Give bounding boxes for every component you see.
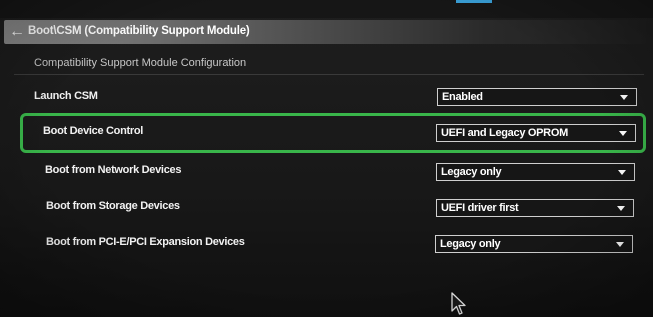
- network-devices-dropdown[interactable]: Legacy only: [436, 163, 635, 181]
- caret-down-icon: [616, 242, 624, 247]
- setting-label-launch-csm: Launch CSM: [34, 90, 98, 102]
- active-tab-indicator: [456, 0, 492, 3]
- mouse-pointer-icon: [451, 292, 466, 315]
- breadcrumb-text: Boot\CSM (Compatibility Support Module): [28, 25, 250, 37]
- top-bar: [0, 0, 653, 18]
- section-header: Compatibility Support Module Configurati…: [34, 57, 247, 69]
- setting-label-boot-device-control: Boot Device Control: [43, 125, 144, 137]
- arrow-left-icon[interactable]: ←: [9, 23, 25, 40]
- boot-device-control-dropdown[interactable]: UEFI and Legacy OPROM: [436, 124, 636, 142]
- storage-devices-dropdown[interactable]: UEFI driver first: [436, 199, 634, 217]
- caret-down-icon: [620, 95, 628, 100]
- dropdown-value: Enabled: [442, 91, 483, 103]
- divider: [14, 74, 644, 75]
- caret-down-icon: [618, 170, 626, 175]
- setting-label-network-devices: Boot from Network Devices: [45, 164, 182, 176]
- dropdown-value: Legacy only: [441, 166, 502, 178]
- pcie-devices-dropdown[interactable]: Legacy only: [435, 235, 633, 253]
- dropdown-value: UEFI and Legacy OPROM: [441, 127, 568, 139]
- setting-label-storage-devices: Boot from Storage Devices: [46, 200, 180, 212]
- bios-screen: ← Boot\CSM (Compatibility Support Module…: [0, 0, 653, 317]
- dropdown-value: Legacy only: [440, 238, 501, 250]
- caret-down-icon: [617, 206, 625, 211]
- breadcrumb[interactable]: ← Boot\CSM (Compatibility Support Module…: [4, 20, 646, 44]
- screen-vignette: [0, 0, 653, 317]
- setting-label-pcie-devices: Boot from PCI-E/PCI Expansion Devices: [46, 236, 245, 248]
- launch-csm-dropdown[interactable]: Enabled: [437, 88, 637, 106]
- caret-down-icon: [619, 131, 627, 136]
- dropdown-value: UEFI driver first: [441, 202, 519, 214]
